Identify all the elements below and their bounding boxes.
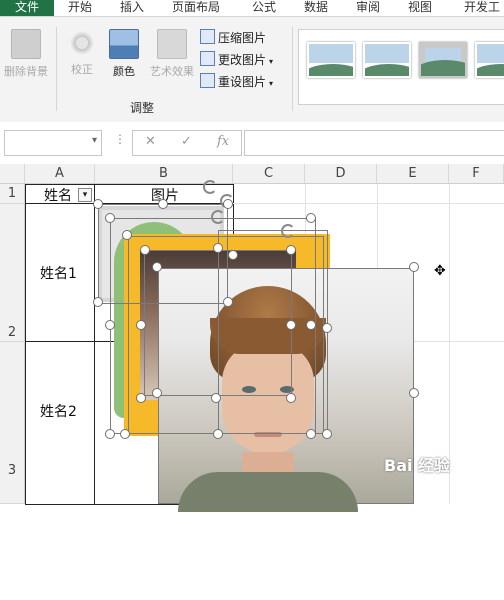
resize-handle[interactable]	[409, 262, 419, 272]
correct-icon	[68, 29, 96, 57]
divider	[56, 27, 57, 111]
cell-a2[interactable]: 姓名1	[25, 203, 95, 342]
art-effect-icon	[157, 29, 187, 59]
insert-function-icon[interactable]: fx	[217, 134, 229, 149]
formula-buttons: ✕ ✓ fx	[132, 130, 242, 156]
enter-icon[interactable]: ✓	[181, 134, 192, 149]
tab-home[interactable]: 开始	[68, 0, 92, 16]
tab-data[interactable]: 数据	[304, 0, 328, 16]
column-header-e[interactable]: E	[377, 164, 449, 184]
tab-review[interactable]: 审阅	[356, 0, 380, 16]
gridline	[233, 203, 504, 204]
column-header-d[interactable]: D	[305, 164, 377, 184]
move-cursor-icon: ✥	[434, 263, 446, 279]
watermark-logo: Bai 经验	[384, 456, 451, 475]
tab-view[interactable]: 视图	[408, 0, 432, 16]
formula-input[interactable]	[244, 130, 504, 156]
remove-background-button[interactable]: 删除背景	[2, 29, 50, 79]
resize-handle[interactable]	[136, 393, 146, 403]
resize-handle[interactable]	[213, 243, 223, 253]
picture-styles-gallery	[298, 29, 504, 105]
resize-handle[interactable]	[409, 388, 419, 398]
tab-page-layout[interactable]: 页面布局	[172, 0, 220, 16]
picture-style-thumb[interactable]	[363, 42, 411, 78]
chevron-down-icon: ▾	[269, 57, 274, 66]
resize-handle[interactable]	[213, 429, 223, 439]
color-button[interactable]: 颜色	[106, 29, 142, 79]
resize-handle[interactable]	[228, 250, 238, 260]
resize-handle[interactable]	[286, 245, 296, 255]
row-header-1[interactable]: 1	[0, 184, 25, 204]
cell-a3[interactable]: 姓名2	[25, 341, 95, 505]
formula-bar: ▾ ⋮ ✕ ✓ fx	[0, 122, 504, 164]
resize-handle[interactable]	[140, 245, 150, 255]
resize-handle[interactable]	[286, 393, 296, 403]
rotate-handle-icon[interactable]	[211, 210, 225, 224]
drag-dots-icon: ⋮	[114, 132, 126, 146]
picture-style-thumb[interactable]	[419, 42, 467, 78]
cell-a1[interactable]: 姓名 ▾	[25, 184, 95, 204]
resize-handle[interactable]	[93, 297, 103, 307]
name-box[interactable]: ▾	[4, 130, 102, 156]
resize-handle[interactable]	[105, 320, 115, 330]
tab-formulas[interactable]: 公式	[252, 0, 276, 16]
resize-handle[interactable]	[122, 230, 132, 240]
ribbon-tabs: 文件 开始 插入 页面布局 公式 数据 审阅 视图 开发工	[0, 0, 504, 16]
divider	[292, 27, 293, 111]
change-picture-button[interactable]: 更改图片 ▾	[200, 51, 273, 69]
color-icon	[109, 29, 139, 59]
tab-insert[interactable]: 插入	[120, 0, 144, 16]
art-effect-button[interactable]: 艺术效果	[146, 29, 198, 79]
selection-outline	[218, 230, 328, 434]
row-header-2[interactable]: 2	[0, 204, 25, 342]
resize-handle[interactable]	[120, 429, 130, 439]
ribbon-body: 删除背景 校正 颜色 艺术效果 压缩图片 更改图片 ▾ 重设图片 ▾ 调整	[0, 16, 504, 124]
select-all-corner[interactable]	[0, 164, 25, 184]
resize-handle[interactable]	[105, 429, 115, 439]
rotate-handle-icon[interactable]	[203, 180, 217, 194]
filter-arrow-icon[interactable]: ▾	[78, 188, 92, 202]
tab-developer[interactable]: 开发工	[464, 0, 500, 16]
resize-handle[interactable]	[93, 199, 103, 209]
remove-background-icon	[11, 29, 41, 59]
adjust-group-label: 调整	[130, 101, 155, 115]
correct-button[interactable]: 校正	[62, 29, 102, 77]
reset-picture-button[interactable]: 重设图片 ▾	[200, 73, 273, 91]
compress-icon	[200, 29, 215, 44]
resize-handle[interactable]	[223, 297, 233, 307]
resize-handle[interactable]	[306, 213, 316, 223]
resize-handle[interactable]	[211, 393, 221, 403]
resize-handle[interactable]	[322, 323, 332, 333]
reset-picture-icon	[200, 73, 215, 88]
change-picture-icon	[200, 51, 215, 66]
row-header-3[interactable]: 3	[0, 342, 25, 504]
rotate-handle-icon[interactable]	[281, 224, 295, 238]
chevron-down-icon: ▾	[269, 79, 274, 88]
column-header-c[interactable]: C	[233, 164, 305, 184]
cancel-icon[interactable]: ✕	[145, 134, 156, 149]
resize-handle[interactable]	[105, 213, 115, 223]
compress-pictures-button[interactable]: 压缩图片	[200, 29, 266, 47]
picture-style-thumb[interactable]	[475, 42, 504, 78]
resize-handle[interactable]	[158, 199, 168, 209]
picture-style-thumb[interactable]	[307, 42, 355, 78]
resize-handle[interactable]	[322, 429, 332, 439]
resize-handle[interactable]	[136, 320, 146, 330]
column-header-f[interactable]: F	[449, 164, 504, 184]
column-header-a[interactable]: A	[25, 164, 95, 184]
resize-handle[interactable]	[306, 320, 316, 330]
resize-handle[interactable]	[286, 320, 296, 330]
resize-handle[interactable]	[152, 262, 162, 272]
tab-file[interactable]: 文件	[0, 0, 54, 16]
chevron-down-icon: ▾	[91, 135, 97, 146]
resize-handle[interactable]	[223, 199, 233, 209]
resize-handle[interactable]	[152, 388, 162, 398]
resize-handle[interactable]	[306, 429, 316, 439]
